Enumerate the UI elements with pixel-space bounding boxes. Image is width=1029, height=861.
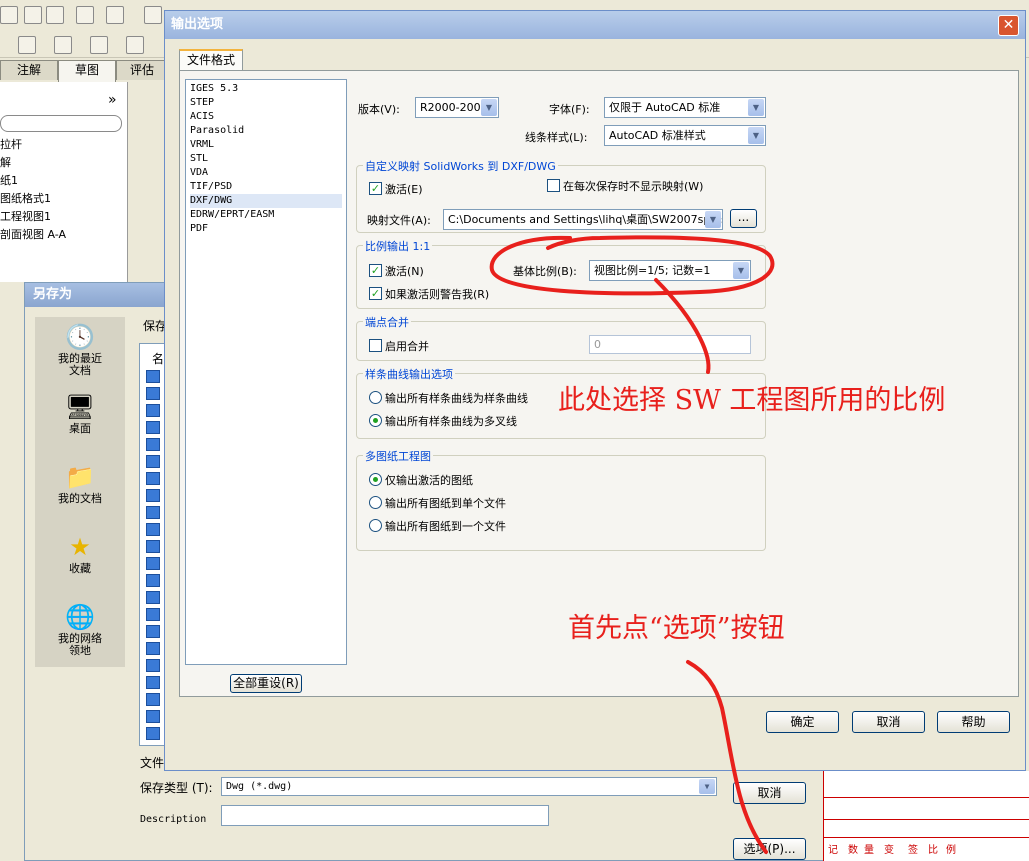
scale-annotation-text: 此处选择 SW 工程图所用的比例 (558, 385, 946, 416)
annotation-overlay (489, 235, 775, 854)
scale-circle-mark (489, 235, 775, 296)
options-pointer-stroke (686, 660, 768, 854)
options-annotation-text: 首先点“选项”按钮 (568, 613, 785, 644)
